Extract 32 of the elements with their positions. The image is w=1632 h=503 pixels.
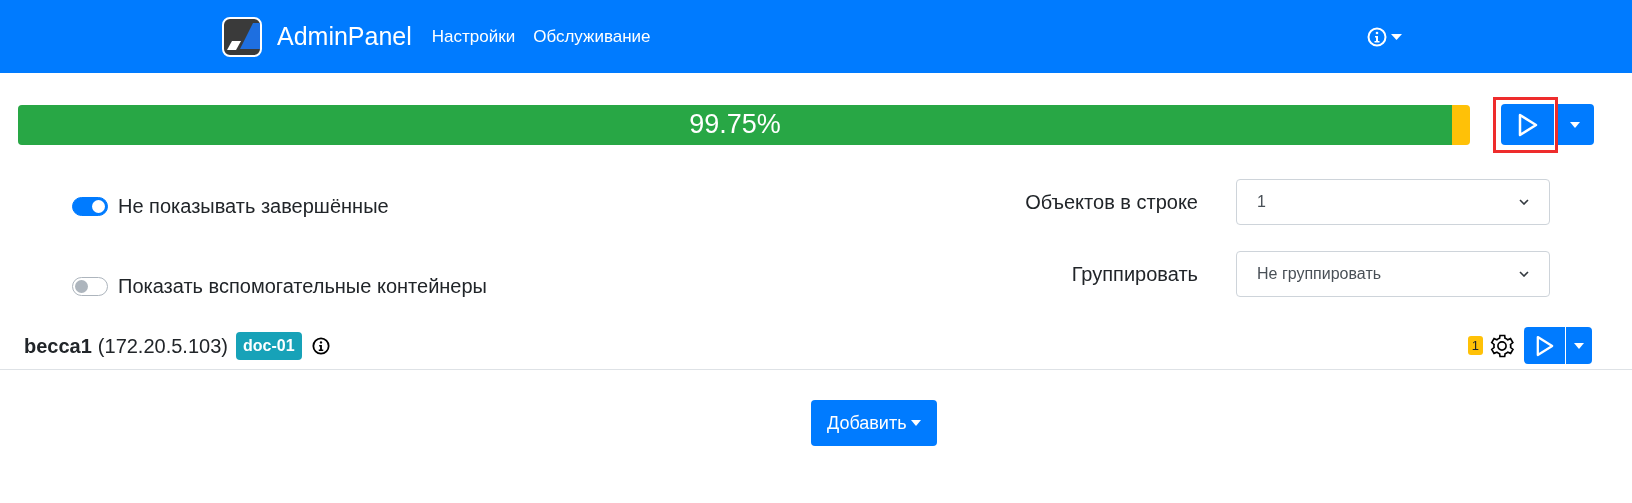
count-badge: 1 [1467, 335, 1483, 356]
info-icon[interactable] [311, 336, 330, 355]
nav-link[interactable]: Настройки [431, 23, 516, 50]
chevron-icon [1519, 199, 1529, 205]
select-field[interactable]: 1 [1236, 179, 1550, 225]
caret-icon [910, 420, 921, 426]
caret-icon [1574, 342, 1584, 349]
host-name: becca1 [24, 333, 92, 359]
info-icon [1367, 26, 1387, 47]
select-label: Группировать [1070, 262, 1198, 287]
select-field[interactable]: Не группировать [1236, 251, 1550, 297]
info-menu-button[interactable] [1367, 26, 1402, 47]
toggle-switch[interactable] [72, 276, 108, 296]
brand-link[interactable]: AdminPanel [277, 17, 412, 56]
caret-icon [1569, 121, 1580, 128]
chevron-icon [1519, 271, 1529, 277]
progress-label: 99.75% [688, 108, 782, 142]
toggle-switch[interactable] [72, 196, 108, 216]
caret-icon [1391, 33, 1402, 40]
toggle-label: Показать вспомогательные контейнеры [118, 274, 487, 299]
select-label: Объектов в строке [1024, 190, 1198, 215]
toggle-label: Не показывать завершённые [118, 194, 389, 219]
logo-icon [222, 16, 262, 57]
host-tag: doc-01 [235, 331, 302, 360]
play-button[interactable] [1501, 104, 1555, 145]
add-button[interactable]: Добавить [811, 400, 937, 446]
play-icon [1517, 112, 1538, 137]
host-address: (172.20.5.103) [97, 333, 228, 359]
play-button[interactable] [1524, 327, 1566, 364]
nav-link[interactable]: Обслуживание [533, 23, 651, 50]
dropdown-button[interactable] [1566, 327, 1592, 364]
play-icon [1535, 334, 1554, 357]
